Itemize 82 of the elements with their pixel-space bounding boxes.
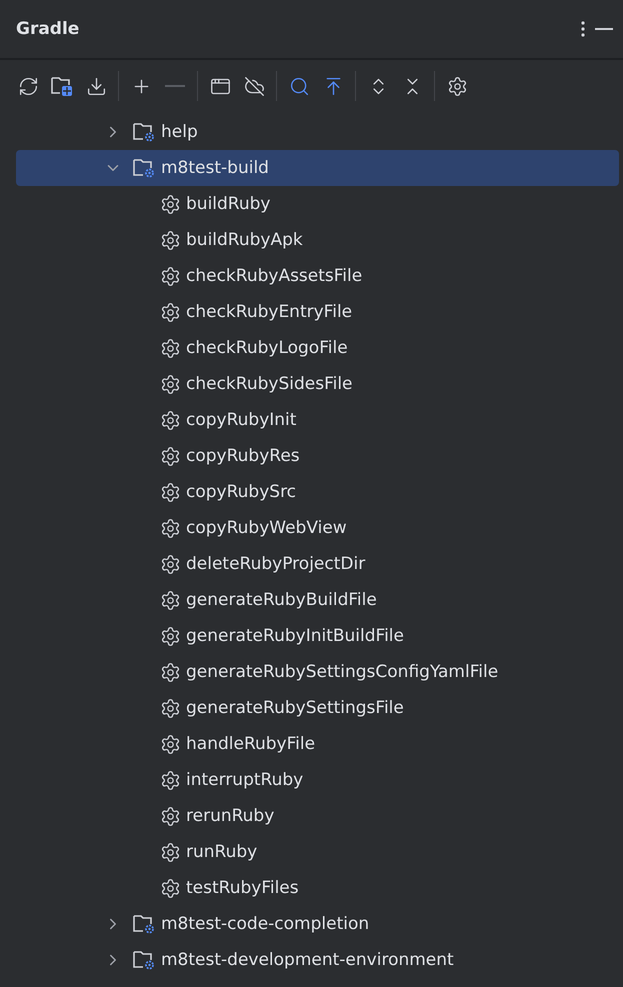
task-row[interactable]: checkRubyLogoFile bbox=[16, 330, 619, 366]
task-row[interactable]: runRuby bbox=[16, 834, 619, 870]
gear-icon bbox=[160, 338, 181, 358]
task-label: buildRuby bbox=[186, 194, 270, 214]
cloud-off-icon bbox=[244, 76, 264, 96]
module-row[interactable]: m8test-build bbox=[16, 150, 619, 186]
gear-icon bbox=[160, 194, 181, 214]
task-label: checkRubyLogoFile bbox=[186, 338, 348, 358]
task-row[interactable]: deleteRubyProjectDir bbox=[16, 546, 619, 582]
task-label: runRuby bbox=[186, 842, 258, 862]
task-label: interruptRuby bbox=[186, 770, 304, 790]
task-label: checkRubySidesFile bbox=[186, 374, 353, 394]
download-icon bbox=[86, 76, 106, 96]
task-row[interactable]: checkRubyAssetsFile bbox=[16, 258, 619, 294]
gear-icon bbox=[160, 842, 181, 862]
task-label: copyRubyWebView bbox=[186, 518, 347, 538]
gear-icon bbox=[160, 662, 181, 682]
gear-icon bbox=[160, 374, 181, 394]
folder-plus-icon bbox=[50, 75, 74, 97]
task-row[interactable]: generateRubyInitBuildFile bbox=[16, 618, 619, 654]
gear-icon bbox=[160, 878, 181, 898]
task-label: generateRubyInitBuildFile bbox=[186, 626, 404, 646]
task-label: testRubyFiles bbox=[186, 878, 299, 898]
task-label: deleteRubyProjectDir bbox=[186, 554, 366, 574]
folder-gear-icon bbox=[132, 949, 156, 971]
task-label: buildRubyApk bbox=[186, 230, 303, 250]
gear-icon bbox=[160, 554, 181, 574]
gear-icon bbox=[160, 770, 181, 790]
gear-icon bbox=[160, 626, 181, 646]
task-label: copyRubySrc bbox=[186, 482, 296, 502]
task-row[interactable]: interruptRuby bbox=[16, 762, 619, 798]
module-row[interactable]: help bbox=[16, 114, 619, 150]
gear-icon bbox=[160, 446, 181, 466]
folder-gear-icon bbox=[132, 121, 156, 143]
task-row[interactable]: copyRubyInit bbox=[16, 402, 619, 438]
task-row[interactable]: generateRubySettingsFile bbox=[16, 690, 619, 726]
folder-gear-icon bbox=[132, 157, 156, 179]
folder-gear-icon bbox=[132, 913, 156, 935]
module-label: m8test-code-completion bbox=[161, 914, 370, 934]
task-label: generateRubyBuildFile bbox=[186, 590, 377, 610]
task-row[interactable]: copyRubyWebView bbox=[16, 510, 619, 546]
more-options-button[interactable] bbox=[581, 21, 585, 37]
gear-icon bbox=[160, 698, 181, 718]
task-row[interactable]: generateRubySettingsConfigYamlFile bbox=[16, 654, 619, 690]
task-label: generateRubySettingsConfigYamlFile bbox=[186, 662, 498, 682]
search-icon bbox=[288, 76, 310, 96]
more-vertical-icon bbox=[581, 21, 585, 37]
panel-title: Gradle bbox=[16, 19, 80, 39]
gear-icon bbox=[160, 482, 181, 502]
module-row[interactable]: m8test-code-completion bbox=[16, 906, 619, 942]
task-row[interactable]: handleRubyFile bbox=[16, 726, 619, 762]
module-label: help bbox=[161, 122, 198, 142]
minus-icon bbox=[165, 85, 185, 87]
task-row[interactable]: rerunRuby bbox=[16, 798, 619, 834]
gear-icon bbox=[160, 410, 181, 430]
gear-icon bbox=[160, 806, 181, 826]
gear-icon bbox=[160, 302, 181, 322]
gear-icon bbox=[160, 266, 181, 286]
module-label: m8test-build bbox=[161, 158, 269, 178]
task-label: generateRubySettingsFile bbox=[186, 698, 404, 718]
gear-icon bbox=[160, 734, 181, 754]
task-row[interactable]: buildRubyApk bbox=[16, 222, 619, 258]
gear-icon bbox=[160, 518, 181, 538]
task-label: checkRubyEntryFile bbox=[186, 302, 352, 322]
module-row[interactable]: m8test-development-environment bbox=[16, 942, 619, 978]
task-row[interactable]: copyRubyRes bbox=[16, 438, 619, 474]
task-row[interactable]: generateRubyBuildFile bbox=[16, 582, 619, 618]
task-label: handleRubyFile bbox=[186, 734, 316, 754]
module-label: m8test-development-environment bbox=[161, 950, 454, 970]
task-row[interactable]: testRubyFiles bbox=[16, 870, 619, 906]
task-row[interactable]: checkRubyEntryFile bbox=[16, 294, 619, 330]
reload-icon bbox=[18, 76, 38, 96]
task-label: copyRubyInit bbox=[186, 410, 296, 430]
task-row[interactable]: buildRuby bbox=[16, 186, 619, 222]
task-row[interactable]: copyRubySrc bbox=[16, 474, 619, 510]
gear-icon bbox=[160, 230, 181, 250]
task-label: checkRubyAssetsFile bbox=[186, 266, 362, 286]
settings-icon bbox=[446, 76, 468, 96]
gear-icon bbox=[160, 590, 181, 610]
task-label: copyRubyRes bbox=[186, 446, 300, 466]
task-row[interactable]: checkRubySidesFile bbox=[16, 366, 619, 402]
task-label: rerunRuby bbox=[186, 806, 274, 826]
